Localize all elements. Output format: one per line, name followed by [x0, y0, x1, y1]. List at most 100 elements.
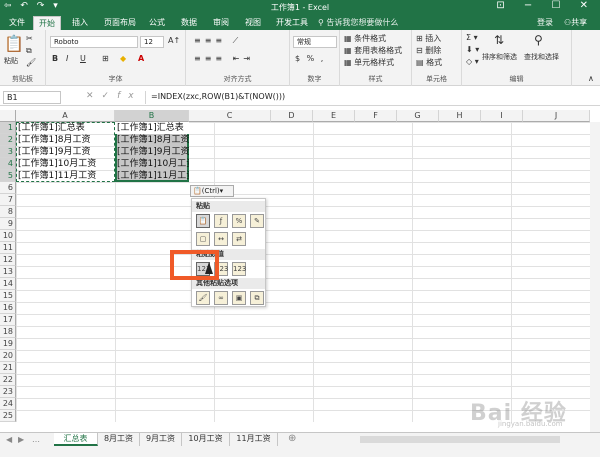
window-controls[interactable]: ⊡ − ☐ ✕ [496, 0, 596, 11]
border-icon[interactable]: ⊞ [102, 54, 109, 63]
paste-linked-picture-icon[interactable]: ⧉ [250, 291, 264, 305]
row-header[interactable]: 1 [0, 122, 16, 134]
tab-data[interactable]: 数据 [176, 16, 202, 30]
cell-a1[interactable]: [工作簿1]汇总表 [16, 122, 85, 134]
login-button[interactable]: 登录 [537, 17, 553, 28]
paste-options-button[interactable]: 📋(Ctrl)▾ [190, 185, 234, 197]
row-header[interactable]: 22 [0, 374, 16, 386]
collapse-ribbon-icon[interactable]: ∧ [588, 74, 594, 83]
row-header[interactable]: 16 [0, 302, 16, 314]
row-header[interactable]: 12 [0, 254, 16, 266]
tab-home[interactable]: 开始 [33, 16, 61, 30]
delete-cells-button[interactable]: ⊟ 删除 [416, 45, 441, 56]
column-header-j[interactable]: J [523, 110, 590, 122]
cell-a3[interactable]: [工作簿1]9月工资 [16, 146, 90, 158]
cut-icon[interactable]: ✂ [26, 34, 33, 43]
row-header[interactable]: 2 [0, 134, 16, 146]
align-left-icons[interactable]: ≡≡≡ ⇤⇥ [194, 54, 254, 63]
column-header-b[interactable]: B [115, 110, 189, 122]
row-header[interactable]: 21 [0, 362, 16, 374]
sheet-tab-nov[interactable]: 11月工资 [230, 433, 278, 446]
paste-transpose-icon[interactable]: ⇄ [232, 232, 246, 246]
row-header[interactable]: 11 [0, 242, 16, 254]
row-header[interactable]: 24 [0, 398, 16, 410]
formula-bar-icons[interactable]: ✕✓fx [86, 91, 142, 101]
row-header[interactable]: 13 [0, 266, 16, 278]
paste-keep-widths-icon[interactable]: ↔ [214, 232, 228, 246]
horizontal-scrollbar[interactable] [360, 436, 560, 443]
vertical-scrollbar[interactable] [590, 122, 600, 432]
column-header-h[interactable]: H [439, 110, 481, 122]
column-header-g[interactable]: G [397, 110, 439, 122]
row-header[interactable]: 15 [0, 290, 16, 302]
sheet-tab-summary[interactable]: 汇总表 [54, 433, 98, 446]
find-icon[interactable]: ⚲ [534, 33, 543, 47]
name-box[interactable]: B1 [3, 91, 61, 104]
clear-icon[interactable]: ◇ ▾ [466, 57, 479, 66]
add-sheet-icon[interactable]: ⊕ [288, 433, 296, 444]
conditional-format-button[interactable]: ▦ 条件格式 [344, 33, 386, 44]
more-sheets-icon[interactable]: … [32, 435, 40, 444]
row-header[interactable]: 19 [0, 338, 16, 350]
number-format-select[interactable]: 常规 [293, 36, 337, 48]
sheet-tab-aug[interactable]: 8月工资 [98, 433, 140, 446]
row-header[interactable]: 4 [0, 158, 16, 170]
sheet-tab-sep[interactable]: 9月工资 [140, 433, 182, 446]
row-header[interactable]: 23 [0, 386, 16, 398]
tab-page-layout[interactable]: 页面布局 [100, 16, 140, 30]
cell-a4[interactable]: [工作簿1]10月工资 [16, 158, 96, 170]
copy-icon[interactable]: ⧉ [26, 46, 32, 56]
tab-view[interactable]: 视图 [240, 16, 266, 30]
row-header[interactable]: 7 [0, 194, 16, 206]
paste-formulas-icon[interactable]: ƒ [214, 214, 228, 228]
tab-formulas[interactable]: 公式 [144, 16, 170, 30]
row-header[interactable]: 18 [0, 326, 16, 338]
underline-button[interactable]: U [80, 54, 86, 63]
tab-insert[interactable]: 插入 [66, 16, 94, 30]
find-select-button[interactable]: 查找和选择 [524, 52, 559, 62]
paste-icon[interactable]: 📋 [4, 34, 24, 53]
sort-filter-button[interactable]: 排序和筛选 [482, 52, 517, 62]
format-as-table-button[interactable]: ▦ 套用表格格式 [344, 45, 402, 56]
number-format-icons[interactable]: $ % , [295, 54, 325, 63]
font-size-select[interactable]: 12 [140, 36, 164, 48]
cell-styles-button[interactable]: ▦ 单元格样式 [344, 57, 394, 68]
cell-b3[interactable]: [工作簿1]9月工资 [115, 146, 189, 158]
fill-icon[interactable]: ⬇ ▾ [466, 45, 479, 54]
share-button[interactable]: ⚇共享 [564, 17, 587, 28]
bold-button[interactable]: B [52, 54, 58, 63]
autosum-icon[interactable]: Σ ▾ [466, 33, 478, 42]
column-header-i[interactable]: I [481, 110, 523, 122]
cell-b4[interactable]: [工作簿1]10月工资 [115, 158, 189, 170]
row-header[interactable]: 14 [0, 278, 16, 290]
cell-a5[interactable]: [工作簿1]11月工资 [16, 170, 96, 182]
row-header[interactable]: 6 [0, 182, 16, 194]
cell-b2[interactable]: [工作簿1]8月工资 [115, 134, 189, 146]
column-header-f[interactable]: F [355, 110, 397, 122]
cell-a2[interactable]: [工作簿1]8月工资 [16, 134, 90, 146]
column-header-d[interactable]: D [271, 110, 313, 122]
fill-color-icon[interactable]: ◆ [120, 54, 126, 63]
row-header[interactable]: 8 [0, 206, 16, 218]
format-painter-icon[interactable]: 🖌 [26, 58, 36, 67]
font-name-select[interactable]: Roboto [50, 36, 138, 48]
paste-button[interactable]: 粘贴 [4, 56, 18, 66]
row-header[interactable]: 17 [0, 314, 16, 326]
paste-no-borders-icon[interactable]: ▢ [196, 232, 210, 246]
align-top-icons[interactable]: ≡≡≡ ⟋ [194, 36, 242, 46]
format-cells-button[interactable]: ▤ 格式 [416, 57, 442, 68]
cell-b1[interactable]: [工作簿1]汇总表 [115, 122, 189, 134]
row-header[interactable]: 25 [0, 410, 16, 422]
formula-input[interactable]: =INDEX(zxc,ROW(B1)&T(NOW())) [145, 91, 597, 104]
tab-file[interactable]: 文件 [4, 16, 30, 30]
insert-cells-button[interactable]: ⊞ 插入 [416, 33, 441, 44]
row-header[interactable]: 5 [0, 170, 16, 182]
paste-formatting-icon[interactable]: 🖌 [196, 291, 210, 305]
paste-values-source-format-icon[interactable]: 123 [232, 262, 246, 276]
paste-keep-source-format-icon[interactable]: ✎ [250, 214, 264, 228]
italic-button[interactable]: I [66, 54, 68, 63]
cell-b5[interactable]: [工作簿1]11月工资 [115, 170, 189, 182]
tab-review[interactable]: 审阅 [208, 16, 234, 30]
next-sheet-icon[interactable]: ▶ [18, 435, 24, 444]
column-header-a[interactable]: A [16, 110, 115, 122]
